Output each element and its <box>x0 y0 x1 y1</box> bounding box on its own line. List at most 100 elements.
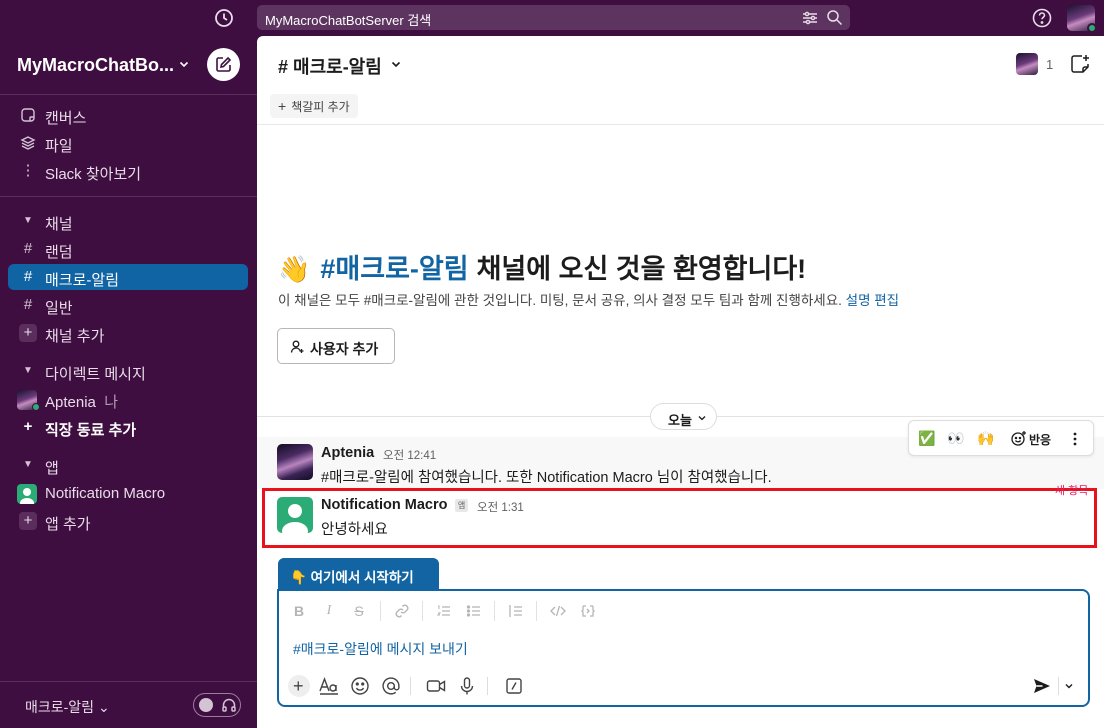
caret-down-icon: ▼ <box>23 215 33 226</box>
slash-command-icon[interactable] <box>503 675 525 697</box>
section-header-dms[interactable]: ▼ 다이렉트 메시지 <box>8 358 248 384</box>
sidebar-item-canvas[interactable]: 캔버스 <box>8 102 248 128</box>
quick-react-check-icon[interactable]: ✅ <box>918 429 935 447</box>
toolbar-separator <box>410 677 411 695</box>
more-vertical-icon: ⋮ <box>20 162 36 179</box>
quick-react-raised-hands-icon[interactable]: 🙌 <box>977 429 994 447</box>
add-user-button[interactable]: 사용자 추가 <box>277 328 395 364</box>
section-header-channels[interactable]: ▼ 채널 <box>8 208 248 234</box>
welcome-channel-name[interactable]: #매크로-알림 <box>320 254 468 284</box>
code-block-icon[interactable] <box>580 603 596 619</box>
link-icon[interactable] <box>394 603 410 619</box>
italic-icon[interactable]: I <box>321 603 337 619</box>
message-author[interactable]: Aptenia <box>321 445 374 461</box>
channel-label: 랜덤 <box>45 244 73 261</box>
divider <box>0 196 257 197</box>
chevron-down-icon[interactable] <box>178 58 190 70</box>
text-format-icon[interactable] <box>318 675 340 697</box>
filter-icon[interactable] <box>802 10 818 26</box>
strikethrough-icon[interactable]: S <box>351 603 367 619</box>
app-avatar-icon <box>17 484 37 504</box>
add-app-button[interactable]: + 앱 추가 <box>8 508 248 534</box>
video-icon[interactable] <box>425 675 447 697</box>
bold-icon[interactable]: B <box>291 603 307 619</box>
quick-react-eyes-icon[interactable]: 👀 <box>947 429 964 447</box>
sidebar-app-notification-macro[interactable]: Notification Macro <box>8 480 248 506</box>
history-clock-icon[interactable] <box>213 7 235 29</box>
day-divider-button[interactable]: 오늘 <box>650 403 717 430</box>
sidebar-channel-general[interactable]: # 일반 <box>8 292 248 318</box>
search-input[interactable]: MyMacroChatBotServer 검색 <box>257 5 850 30</box>
blockquote-icon[interactable] <box>508 603 524 619</box>
help-icon[interactable] <box>1031 7 1053 29</box>
member-avatar[interactable] <box>1016 53 1038 75</box>
add-app-label: 앱 추가 <box>45 516 91 533</box>
huddle-channel-select[interactable]: 매크로-알림 ⌄ <box>25 697 110 717</box>
compose-icon <box>216 56 232 72</box>
edit-description-link[interactable]: 설명 편집 <box>846 293 899 308</box>
add-channel-label: 채널 추가 <box>45 328 105 345</box>
sidebar-item-files[interactable]: 파일 <box>8 130 248 156</box>
huddle-channel-label: 매크로-알림 <box>25 699 95 715</box>
sidebar-dm-aptenia[interactable]: Aptenia 나 <box>8 386 248 412</box>
toolbar-separator <box>494 601 495 621</box>
add-bookmark-button[interactable]: + 책갈피 추가 <box>270 94 358 118</box>
caret-down-icon: ▼ <box>23 459 33 470</box>
sidebar-channel-random[interactable]: # 랜덤 <box>8 236 248 262</box>
plus-icon: + <box>23 418 33 435</box>
more-actions-icon[interactable] <box>1072 430 1078 448</box>
send-icon[interactable] <box>1031 675 1053 697</box>
welcome-heading: 👋 #매크로-알림 채널에 오신 것을 환영합니다! <box>278 247 806 286</box>
ordered-list-icon[interactable] <box>436 603 452 619</box>
toolbar-separator <box>536 601 537 621</box>
plus-icon: + <box>19 512 37 530</box>
emoji-icon[interactable] <box>349 675 371 697</box>
message-composer[interactable]: B I S #매크로-알림에 메시지 보내기 + <box>277 589 1090 707</box>
channel-title[interactable]: # 매크로-알림 <box>278 53 382 79</box>
compose-button[interactable] <box>207 48 240 81</box>
code-icon[interactable] <box>550 603 566 619</box>
huddle-icon[interactable] <box>1069 53 1091 75</box>
avatar[interactable] <box>277 444 313 480</box>
composer-placeholder[interactable]: #매크로-알림에 메시지 보내기 <box>293 639 468 659</box>
section-header-apps[interactable]: ▼ 앱 <box>8 452 248 478</box>
section-label: 앱 <box>45 460 59 477</box>
sidebar-channel-macro-alert[interactable]: # 매크로-알림 <box>8 264 248 290</box>
sidebar-item-browse-slack[interactable]: ⋮ Slack 찾아보기 <box>8 158 248 184</box>
add-channel-button[interactable]: + 채널 추가 <box>8 320 248 346</box>
caret-down-icon: ▼ <box>23 365 33 376</box>
attach-button[interactable]: + <box>288 675 310 697</box>
sidebar-item-label: Slack 찾아보기 <box>45 166 142 183</box>
search-icon[interactable] <box>826 9 843 26</box>
huddle-bar: 매크로-알림 ⌄ <box>0 681 257 728</box>
chevron-down-icon[interactable] <box>390 58 402 70</box>
dm-name: Aptenia <box>45 394 96 411</box>
huddle-toggle[interactable] <box>193 693 241 717</box>
channel-label: 매크로-알림 <box>45 272 119 289</box>
bulleted-list-icon[interactable] <box>466 603 482 619</box>
message-timestamp[interactable]: 오전 12:41 <box>383 447 436 463</box>
sidebar: MyMacroChatBo... 캔버스 파일 ⋮ Slack 찾아보기 ▼ 채… <box>0 36 257 728</box>
message-actions-toolbar: ✅ 👀 🙌 반응 <box>908 420 1094 456</box>
chevron-down-icon[interactable] <box>1064 681 1074 691</box>
plus-icon: + <box>19 324 37 342</box>
toggle-knob <box>199 698 213 712</box>
plus-icon: + <box>278 98 287 114</box>
add-coworker-button[interactable]: + 직장 동료 추가 <box>8 414 248 440</box>
files-icon <box>20 136 36 150</box>
microphone-icon[interactable] <box>456 675 478 697</box>
channel-description: 이 채널은 모두 #매크로-알림에 관한 것입니다. 미팅, 문서 공유, 의사… <box>278 289 899 309</box>
mention-icon[interactable] <box>380 675 402 697</box>
dm-label: Aptenia 나 <box>45 391 118 412</box>
top-bar: MyMacroChatBotServer 검색 <box>0 0 1104 36</box>
app-label: Notification Macro <box>45 485 166 502</box>
divider <box>0 94 257 95</box>
add-reaction-label[interactable]: 반응 <box>1029 431 1051 448</box>
presence-active-icon <box>32 403 40 411</box>
add-reaction-icon[interactable] <box>1010 430 1027 447</box>
member-count[interactable]: 1 <box>1046 57 1053 72</box>
day-label: 오늘 <box>668 413 692 428</box>
workspace-name[interactable]: MyMacroChatBo... <box>17 55 174 76</box>
hash-icon: # <box>23 240 33 257</box>
start-here-tab[interactable]: 👇 여기에서 시작하기 <box>278 558 439 589</box>
